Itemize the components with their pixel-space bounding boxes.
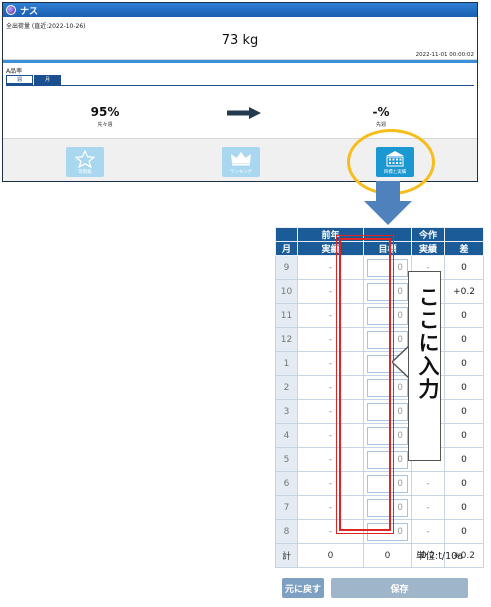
rate-right-value: -% (372, 105, 390, 119)
diff-cell: 0 (444, 303, 484, 328)
shipment-label: 全出荷量 (直近:2022-10-26) (6, 23, 86, 30)
nav-grade-label: 等階級 (78, 170, 92, 175)
shipment-value: 73 kg (221, 33, 259, 48)
diff-cell: 0 (444, 375, 484, 400)
month-cell: 3 (275, 399, 298, 424)
month-cell: 4 (275, 423, 298, 448)
actual-cell: - (411, 471, 445, 496)
app-title: ナス (20, 6, 39, 17)
save-button[interactable]: 保存 (331, 578, 468, 598)
title-bar: ナス (3, 3, 477, 17)
header-blank-1 (275, 227, 298, 242)
input-highlight-box (336, 235, 394, 534)
nav-ranking-label: ランキング (229, 170, 253, 175)
diff-cell: 0 (444, 327, 484, 352)
month-cell: 5 (275, 447, 298, 472)
diff-cell: 0 (444, 255, 484, 280)
month-cell: 7 (275, 495, 298, 520)
total-target: 0 (363, 543, 412, 568)
total-label: 計 (275, 543, 298, 568)
month-cell: 2 (275, 375, 298, 400)
unit-label: 単位:t/10a (416, 551, 464, 562)
shipment-date: 2022-11-01 00:00:02 (415, 52, 474, 58)
header-month: 月 (275, 241, 298, 256)
header-blank-3 (444, 227, 484, 242)
eggplant-icon (6, 5, 16, 15)
month-cell: 8 (275, 519, 298, 544)
diff-cell: 0 (444, 351, 484, 376)
month-cell: 11 (275, 303, 298, 328)
month-cell: 9 (275, 255, 298, 280)
diff-cell: 0 (444, 423, 484, 448)
callout-box: ここに入力 (408, 271, 441, 461)
header-this-crop: 今作 (411, 227, 445, 242)
shipment-section: 全出荷量 (直近:2022-10-26) 73 kg 2022-11-01 00… (3, 17, 477, 60)
diff-cell: 0 (444, 399, 484, 424)
total-prev: 0 (297, 543, 364, 568)
revert-button[interactable]: 元に戻す (282, 578, 324, 598)
rate-right-label: 先週 (375, 122, 386, 128)
tab-underline (6, 85, 474, 86)
rate-left-label: 先々週 (97, 122, 113, 128)
nav-ranking-button[interactable]: ランキング (222, 147, 260, 177)
crown-icon (231, 152, 251, 166)
callout-text: ここに入力 (416, 286, 440, 401)
diff-cell: 0 (444, 519, 484, 544)
rate-label: A品率 (6, 68, 23, 75)
tab-week[interactable]: 週 (6, 75, 33, 85)
nav-grade-button[interactable]: 等階級 (66, 147, 104, 177)
month-cell: 6 (275, 471, 298, 496)
diff-cell: 0 (444, 447, 484, 472)
rate-left-value: 95% (90, 105, 120, 119)
diff-cell: +0.2 (444, 279, 484, 304)
actual-cell: - (411, 519, 445, 544)
month-cell: 10 (275, 279, 298, 304)
diff-cell: 0 (444, 471, 484, 496)
right-arrow-icon (227, 107, 261, 119)
star-icon (75, 150, 95, 168)
rate-section: A品率 週 月 95% 先々週 -% 先週 (3, 63, 477, 138)
diff-cell: 0 (444, 495, 484, 520)
down-arrow-icon (364, 181, 412, 225)
period-tabs: 週 月 (6, 75, 62, 85)
header-diff: 差 (444, 241, 484, 256)
actual-cell: - (411, 495, 445, 520)
tab-month[interactable]: 月 (34, 75, 61, 85)
month-cell: 1 (275, 351, 298, 376)
month-cell: 12 (275, 327, 298, 352)
header-actual: 実績 (411, 241, 445, 256)
